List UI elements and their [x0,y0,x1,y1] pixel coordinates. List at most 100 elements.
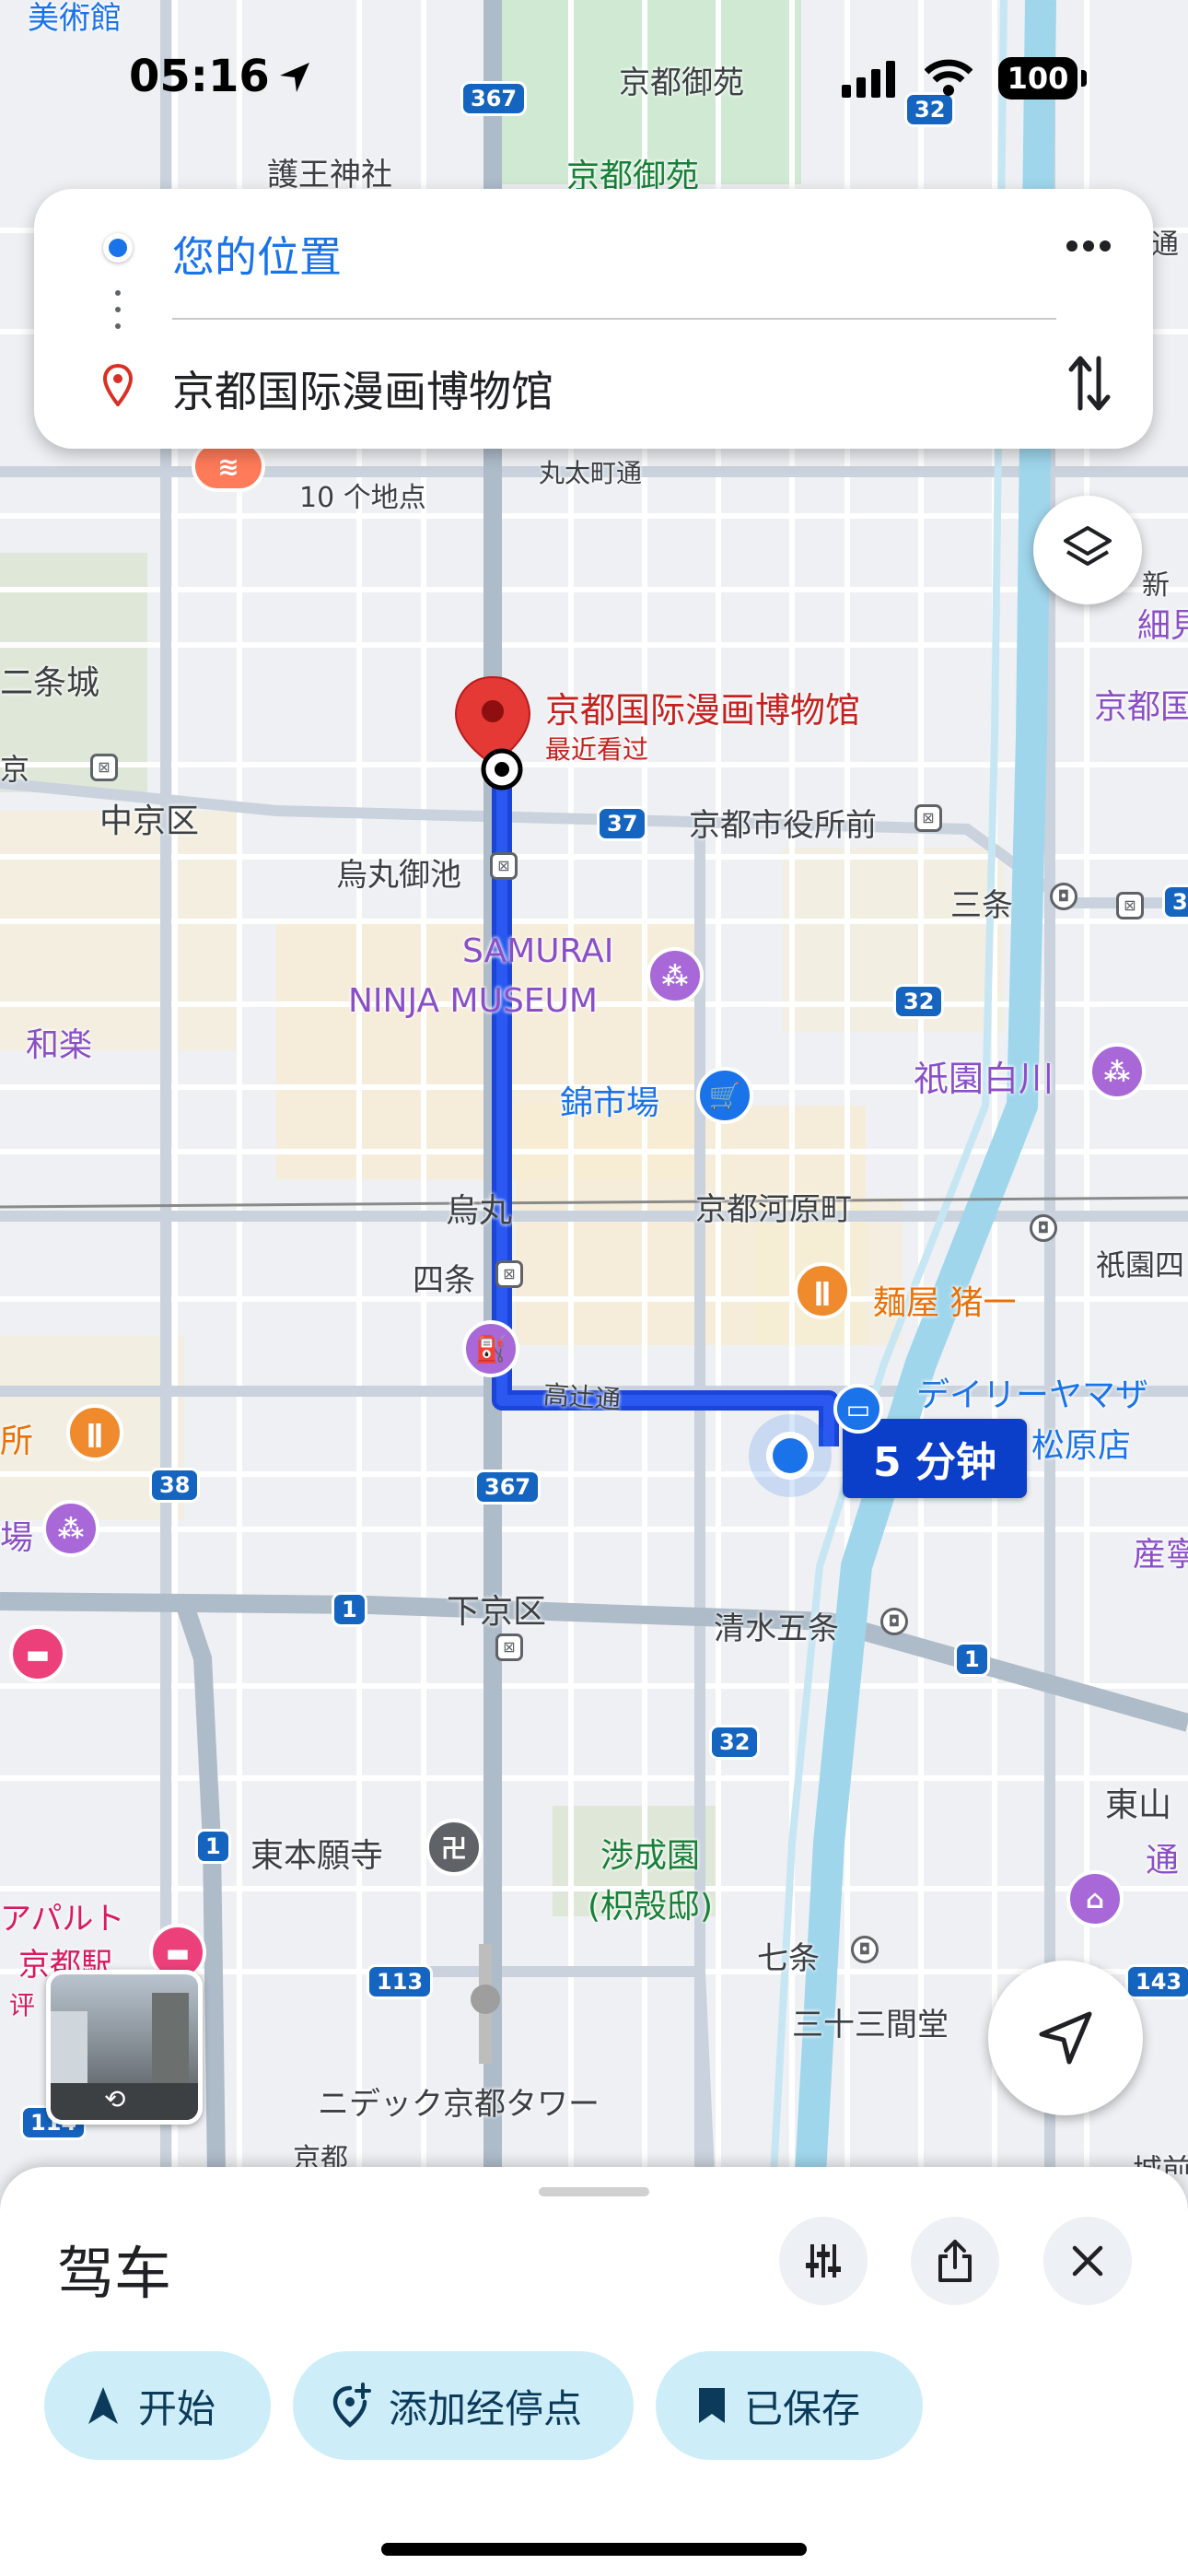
wifi-icon [925,59,973,96]
map-label: 産寧 [1133,1536,1188,1574]
restaurant-icon[interactable]: ǁ [794,1262,851,1319]
map-label: 東本願寺 [250,1837,384,1875]
map-label: 所 [0,1423,34,1460]
route-shield: 32 [893,984,945,1019]
station-icon: ⊠ [1116,892,1144,919]
rotate-360-icon: ⟲ [104,2084,126,2114]
convenience-store-icon[interactable]: ▭ [833,1384,883,1434]
station-icon: ◘ [1030,1214,1057,1242]
attraction-icon[interactable]: ⁂ [42,1500,99,1557]
my-location-dot-icon [103,233,133,263]
route-shield: 113 [367,1964,434,1999]
map-label: 七条 [757,1940,820,1977]
route-eta-badge[interactable]: 5 分钟 [843,1419,1027,1498]
sheet-drag-handle[interactable] [539,2187,649,2196]
origin-field[interactable]: 您的位置 [172,224,342,285]
saved-label: 已保存 [744,2385,861,2431]
map-label: 通 [1151,228,1179,261]
map-label: 京都河原町 [695,1191,852,1228]
map-label: アパルト [0,1901,125,1938]
station-icon: ◘ [1050,883,1077,910]
temple-icon[interactable]: 卍 [425,1819,483,1876]
bookmark-icon [699,2388,725,2423]
route-shield: 1 [195,1829,231,1864]
share-button[interactable] [911,2217,999,2305]
route-shield: 1 [954,1642,990,1677]
station-icon: ⊠ [490,852,518,880]
destination-pin-icon [102,364,134,406]
layers-button[interactable] [1033,496,1142,604]
route-options-button[interactable] [779,2217,868,2305]
route-shield: 1 [332,1592,367,1627]
map-label: (枳殻邸) [588,1888,714,1926]
map-label: 三条 [950,887,1013,924]
field-divider [172,318,1056,320]
directions-card: 您的位置 京都国际漫画博物馆 [34,189,1153,449]
map-label: 和楽 [26,1026,93,1064]
museum-icon[interactable]: ⁂ [646,947,704,1004]
start-label: 开始 [138,2385,216,2431]
attraction-icon[interactable]: ⁂ [1089,1043,1146,1100]
map-label: 二条城 [0,664,100,702]
map-label: SAMURAI [462,932,614,970]
start-button[interactable]: 开始 [44,2351,271,2460]
share-icon [938,2240,972,2282]
map-label: 新 [1142,569,1170,602]
map-label: 清水五条 [714,1610,839,1647]
map-label: 錦市場 [560,1084,660,1122]
station-icon: ◘ [851,1936,879,1963]
route-dot [115,323,121,329]
destination-marker-sub: 最近看过 [545,734,649,765]
station-icon: ⊠ [495,1633,523,1661]
add-location-icon [332,2383,371,2428]
signal-icon [842,61,895,98]
navigation-start-icon [88,2387,118,2424]
saved-button[interactable]: 已保存 [656,2351,923,2460]
map-label: 烏丸 [446,1192,513,1230]
map-label: 中京区 [99,802,200,840]
hotel-icon[interactable]: ▬ [9,1625,66,1682]
add-stop-label: 添加经停点 [389,2385,583,2431]
map-label: 松原店 [1031,1427,1132,1465]
street-view-thumbnail[interactable]: ⟲ [46,1970,203,2125]
map-label: 评 [9,1990,36,2020]
map-label: 10 个地点 [299,482,426,514]
navigation-arrow-icon [1039,2011,1092,2065]
route-shield: 3 [1162,884,1188,919]
layers-icon [1064,526,1112,566]
destination-field[interactable]: 京都国际漫画博物馆 [172,358,553,419]
tune-icon [806,2244,841,2277]
gas-station-icon[interactable]: ⛽ [462,1320,519,1377]
map-label: 細見 [1137,607,1188,645]
route-shield: 32 [709,1725,761,1760]
home-indicator[interactable] [381,2543,807,2556]
status-time: 05:16 [129,51,270,102]
map-label: 渉成園 [600,1837,701,1875]
route-shield: 143 [1125,1964,1188,1999]
destination-marker-label[interactable]: 京都国际漫画博物馆 [545,682,860,732]
shopping-icon[interactable]: 🛒 [696,1067,753,1124]
map-label: 下京区 [447,1593,547,1631]
road-label: 高辻通 [542,1379,622,1415]
location-arrow-icon [280,63,309,92]
swap-direction-icon[interactable] [1066,355,1113,412]
map-label: 京都国 [1094,688,1188,726]
station-icon: ⊠ [90,754,118,781]
close-button[interactable] [1043,2217,1132,2305]
map-label: デイリーヤマザ [916,1376,1149,1414]
map-label: 祇園四 [1096,1247,1185,1282]
map-label: 丸太町通 [539,458,643,488]
map-label: 四条 [413,1262,475,1299]
map-label: 祇園白川 [914,1059,1054,1099]
station-icon: ◘ [880,1608,908,1635]
restaurant-icon[interactable]: ǁ [66,1404,123,1461]
travel-mode-title: 驾车 [57,2240,172,2307]
map-label: ニデック京都タワー [318,2086,600,2123]
recenter-button[interactable] [988,1961,1143,2115]
add-stop-button[interactable]: 添加经停点 [293,2351,634,2460]
museum-icon[interactable]: ⌂ [1066,1870,1124,1927]
map-label: 京 [0,752,30,787]
map-label: 通 [1146,1842,1180,1879]
more-options-icon[interactable] [1066,237,1112,255]
route-shield: 37 [597,806,648,841]
